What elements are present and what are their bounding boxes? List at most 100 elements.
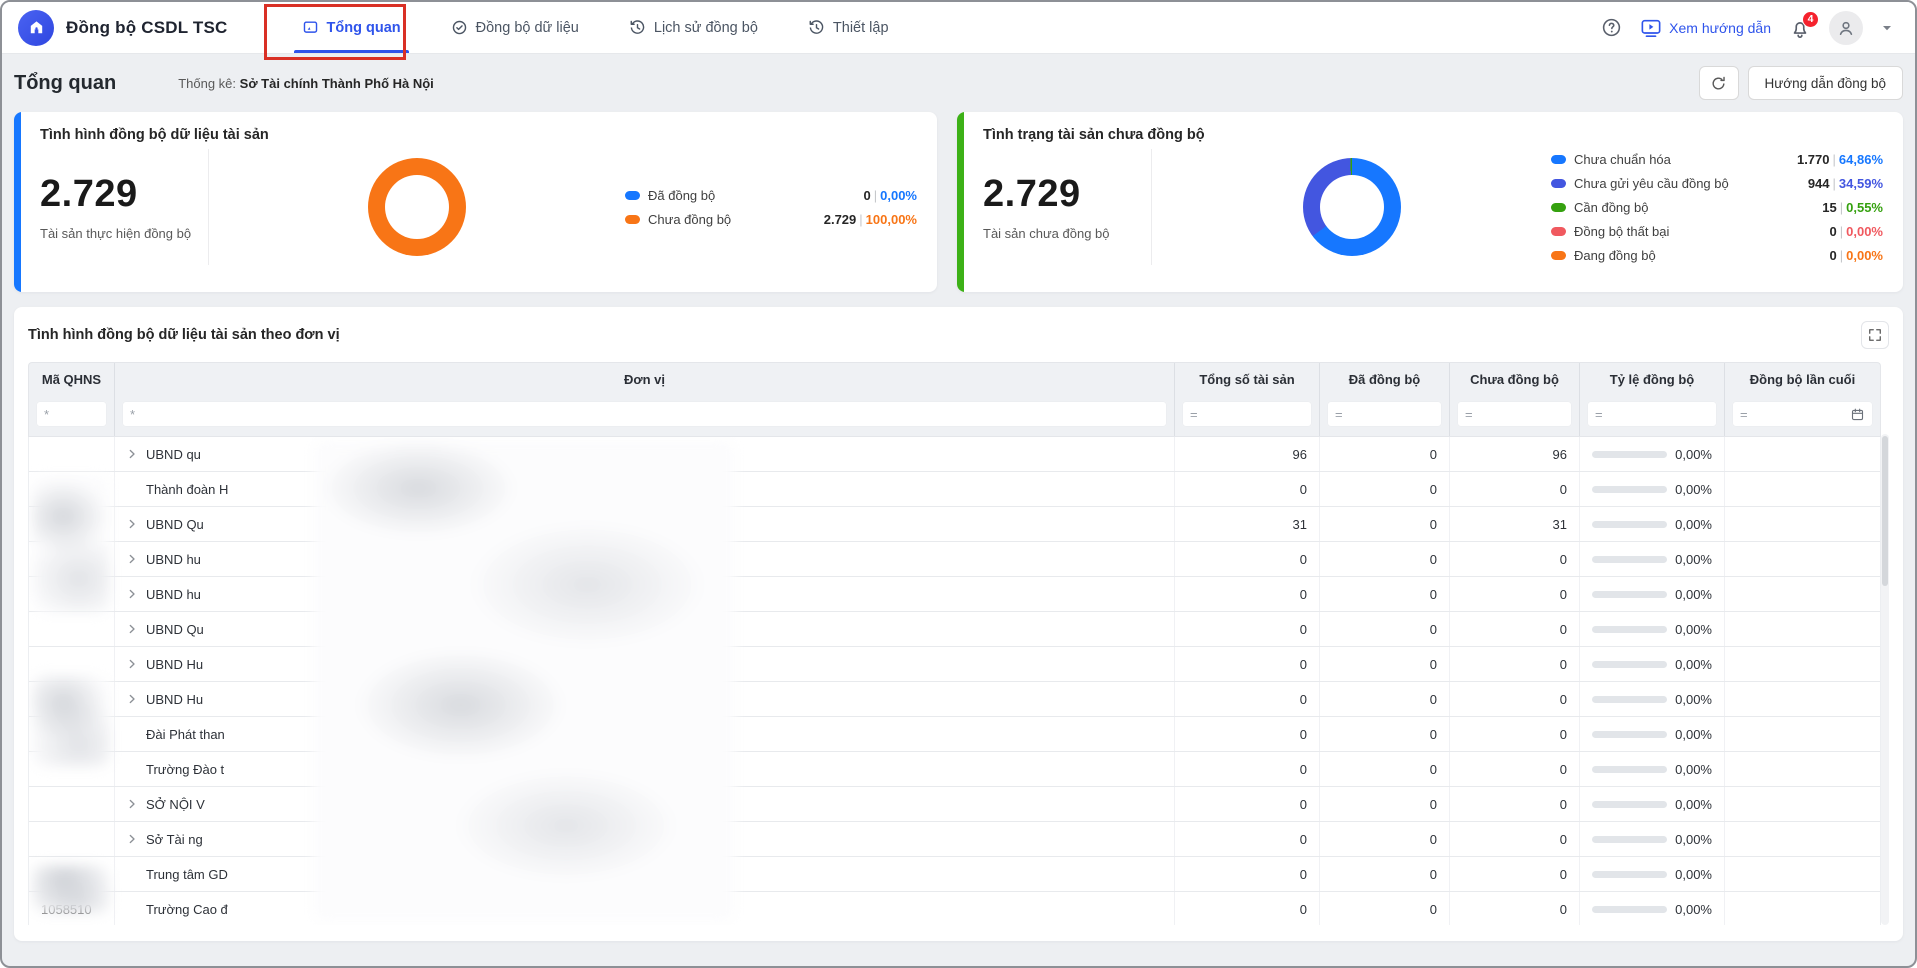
legend-marker [1551,203,1566,212]
legend-item[interactable]: Chưa chuẩn hóa 1.770|64,86% [1551,152,1883,167]
table-row[interactable]: Trường Đào t 0 0 0 0,00% [29,752,1880,787]
avatar[interactable] [1829,11,1863,45]
column-header-tong-so[interactable]: Tổng số tài sản [1175,363,1320,395]
column-header-da-dong-bo[interactable]: Đã đồng bộ [1320,363,1450,395]
chevron-right-icon[interactable] [127,519,137,529]
chevron-right-icon[interactable] [127,554,137,564]
legend-item[interactable]: Đang đồng bộ 0|0,00% [1551,248,1883,263]
scrollbar-thumb[interactable] [1882,436,1888,586]
legend-label: Chưa đồng bộ [648,212,731,227]
cell-don-vi: UBND hu [115,542,1175,576]
legend-value: 0|0,00% [1830,248,1884,263]
table-row[interactable]: SỞ NỘI V 0 0 0 0,00% [29,787,1880,822]
chevron-down-icon[interactable] [1881,22,1893,34]
cell-chua-dong-bo: 0 [1450,787,1580,821]
cell-lan-cuoi [1725,752,1880,786]
watch-guide-link[interactable]: Xem hướng dẫn [1640,18,1771,38]
cell-da-dong-bo: 0 [1320,437,1450,471]
cell-lan-cuoi [1725,647,1880,681]
cell-lan-cuoi [1725,542,1880,576]
cell-tong-so: 0 [1175,647,1320,681]
tab-label: Lịch sử đồng bộ [654,20,758,36]
calendar-icon[interactable] [1850,407,1865,422]
table-row[interactable]: UBND hu 0 0 0 0,00% [29,577,1880,612]
cell-tong-so: 0 [1175,717,1320,751]
chevron-right-icon[interactable] [127,449,137,459]
cell-lan-cuoi [1725,787,1880,821]
legend-label: Đang đồng bộ [1574,248,1656,263]
tab-thiet-lap[interactable]: Thiết lập [790,2,907,53]
table-row[interactable]: Sở Tài ng 0 0 0 0,00% [29,822,1880,857]
legend-item[interactable]: Cần đồng bộ 15|0,55% [1551,200,1883,215]
chevron-right-icon[interactable] [127,834,137,844]
expand-table-button[interactable] [1861,321,1889,349]
filter-ty-le[interactable]: = [1587,401,1717,427]
cell-da-dong-bo: 0 [1320,472,1450,506]
column-header-ty-le[interactable]: Tỷ lệ đồng bộ [1580,363,1725,395]
table-row[interactable]: Đài Phát than 0 0 0 0,00% [29,717,1880,752]
filter-da-dong-bo[interactable]: = [1327,401,1442,427]
table-row[interactable]: UBND qu 96 0 96 0,00% [29,437,1880,472]
table-vertical-scrollbar[interactable] [1881,434,1889,925]
column-header-don-vi[interactable]: Đơn vị [115,363,1175,395]
column-header-lan-cuoi[interactable]: Đồng bộ lần cuối [1725,363,1880,395]
cell-ty-le: 0,00% [1580,752,1725,786]
table-row[interactable]: Thành đoàn H 0 0 0 0,00% [29,472,1880,507]
column-header-ma-qhns[interactable]: Mã QHNS [29,363,115,395]
sync-progress-bar [1592,661,1667,668]
cell-da-dong-bo: 0 [1320,542,1450,576]
chevron-right-icon[interactable] [127,624,137,634]
table-row[interactable]: UBND Hu 0 0 0 0,00% [29,682,1880,717]
legend-item[interactable]: Chưa đồng bộ 2.729|100,00% [625,212,917,227]
table-row[interactable]: 1058510 Trường Cao đ 0 0 0 0,00% [29,892,1880,925]
help-icon[interactable] [1601,17,1622,38]
card-unsynced-status: Tình trạng tài sản chưa đồng bộ 2.729 Tà… [957,112,1903,292]
card-title: Tình hình đồng bộ dữ liệu tài sản [40,127,917,143]
cell-da-dong-bo: 0 [1320,507,1450,541]
sync-guide-button[interactable]: Hướng dẫn đồng bộ [1748,66,1903,100]
cell-don-vi: Trung tâm GD [115,857,1175,891]
filter-tong-so[interactable]: = [1182,401,1312,427]
legend-value: 0|0,00% [864,188,918,203]
filter-lan-cuoi[interactable]: = [1732,401,1873,427]
legend-item[interactable]: Đã đồng bộ 0|0,00% [625,188,917,203]
table-row[interactable]: UBND Qu 0 0 0 0,00% [29,612,1880,647]
filter-don-vi[interactable]: * [122,401,1167,427]
chevron-right-icon[interactable] [127,659,137,669]
cell-tong-so: 0 [1175,857,1320,891]
table-row[interactable]: UBND Hu 0 0 0 0,00% [29,647,1880,682]
cell-tong-so: 96 [1175,437,1320,471]
filter-ma-qhns[interactable]: * [36,401,107,427]
column-header-chua-dong-bo[interactable]: Chưa đồng bộ [1450,363,1580,395]
cell-ty-le: 0,00% [1580,437,1725,471]
chart-legend: Chưa chuẩn hóa 1.770|64,86% Chưa gửi yêu… [1551,152,1883,263]
filter-chua-dong-bo[interactable]: = [1457,401,1572,427]
tab-tong-quan[interactable]: Tổng quan [284,2,419,53]
video-tutorial-icon [1640,18,1662,38]
legend-item[interactable]: Đồng bộ thất bại 0|0,00% [1551,224,1883,239]
cell-ma-qhns: 1058510 [29,892,115,925]
table-row[interactable]: UBND hu 0 0 0 0,00% [29,542,1880,577]
chevron-right-icon[interactable] [127,799,137,809]
table-row[interactable]: Trung tâm GD 0 0 0 0,00% [29,857,1880,892]
stats-scope: Thống kê: Sở Tài chính Thành Phố Hà Nội [178,76,434,91]
cell-chua-dong-bo: 31 [1450,507,1580,541]
table-row[interactable]: UBND Qu 31 0 31 0,00% [29,507,1880,542]
chart-legend: Đã đồng bộ 0|0,00% Chưa đồng bộ 2.729|10… [625,188,917,227]
cell-chua-dong-bo: 96 [1450,437,1580,471]
cell-da-dong-bo: 0 [1320,822,1450,856]
cell-tong-so: 0 [1175,682,1320,716]
legend-value: 944|34,59% [1808,176,1883,191]
settings-clock-icon [808,19,825,36]
tab-dong-bo-du-lieu[interactable]: Đồng bộ dữ liệu [433,2,597,53]
tab-lich-su-dong-bo[interactable]: Lịch sử đồng bộ [611,2,776,53]
app-logo[interactable] [18,10,54,46]
chevron-right-icon[interactable] [127,589,137,599]
cell-don-vi: UBND qu [115,437,1175,471]
legend-item[interactable]: Chưa gửi yêu cầu đồng bộ 944|34,59% [1551,176,1883,191]
chevron-right-icon[interactable] [127,694,137,704]
refresh-button[interactable] [1699,66,1739,100]
notifications-bell[interactable]: 4 [1789,17,1811,39]
card-title: Tình trạng tài sản chưa đồng bộ [983,127,1883,143]
cell-chua-dong-bo: 0 [1450,542,1580,576]
